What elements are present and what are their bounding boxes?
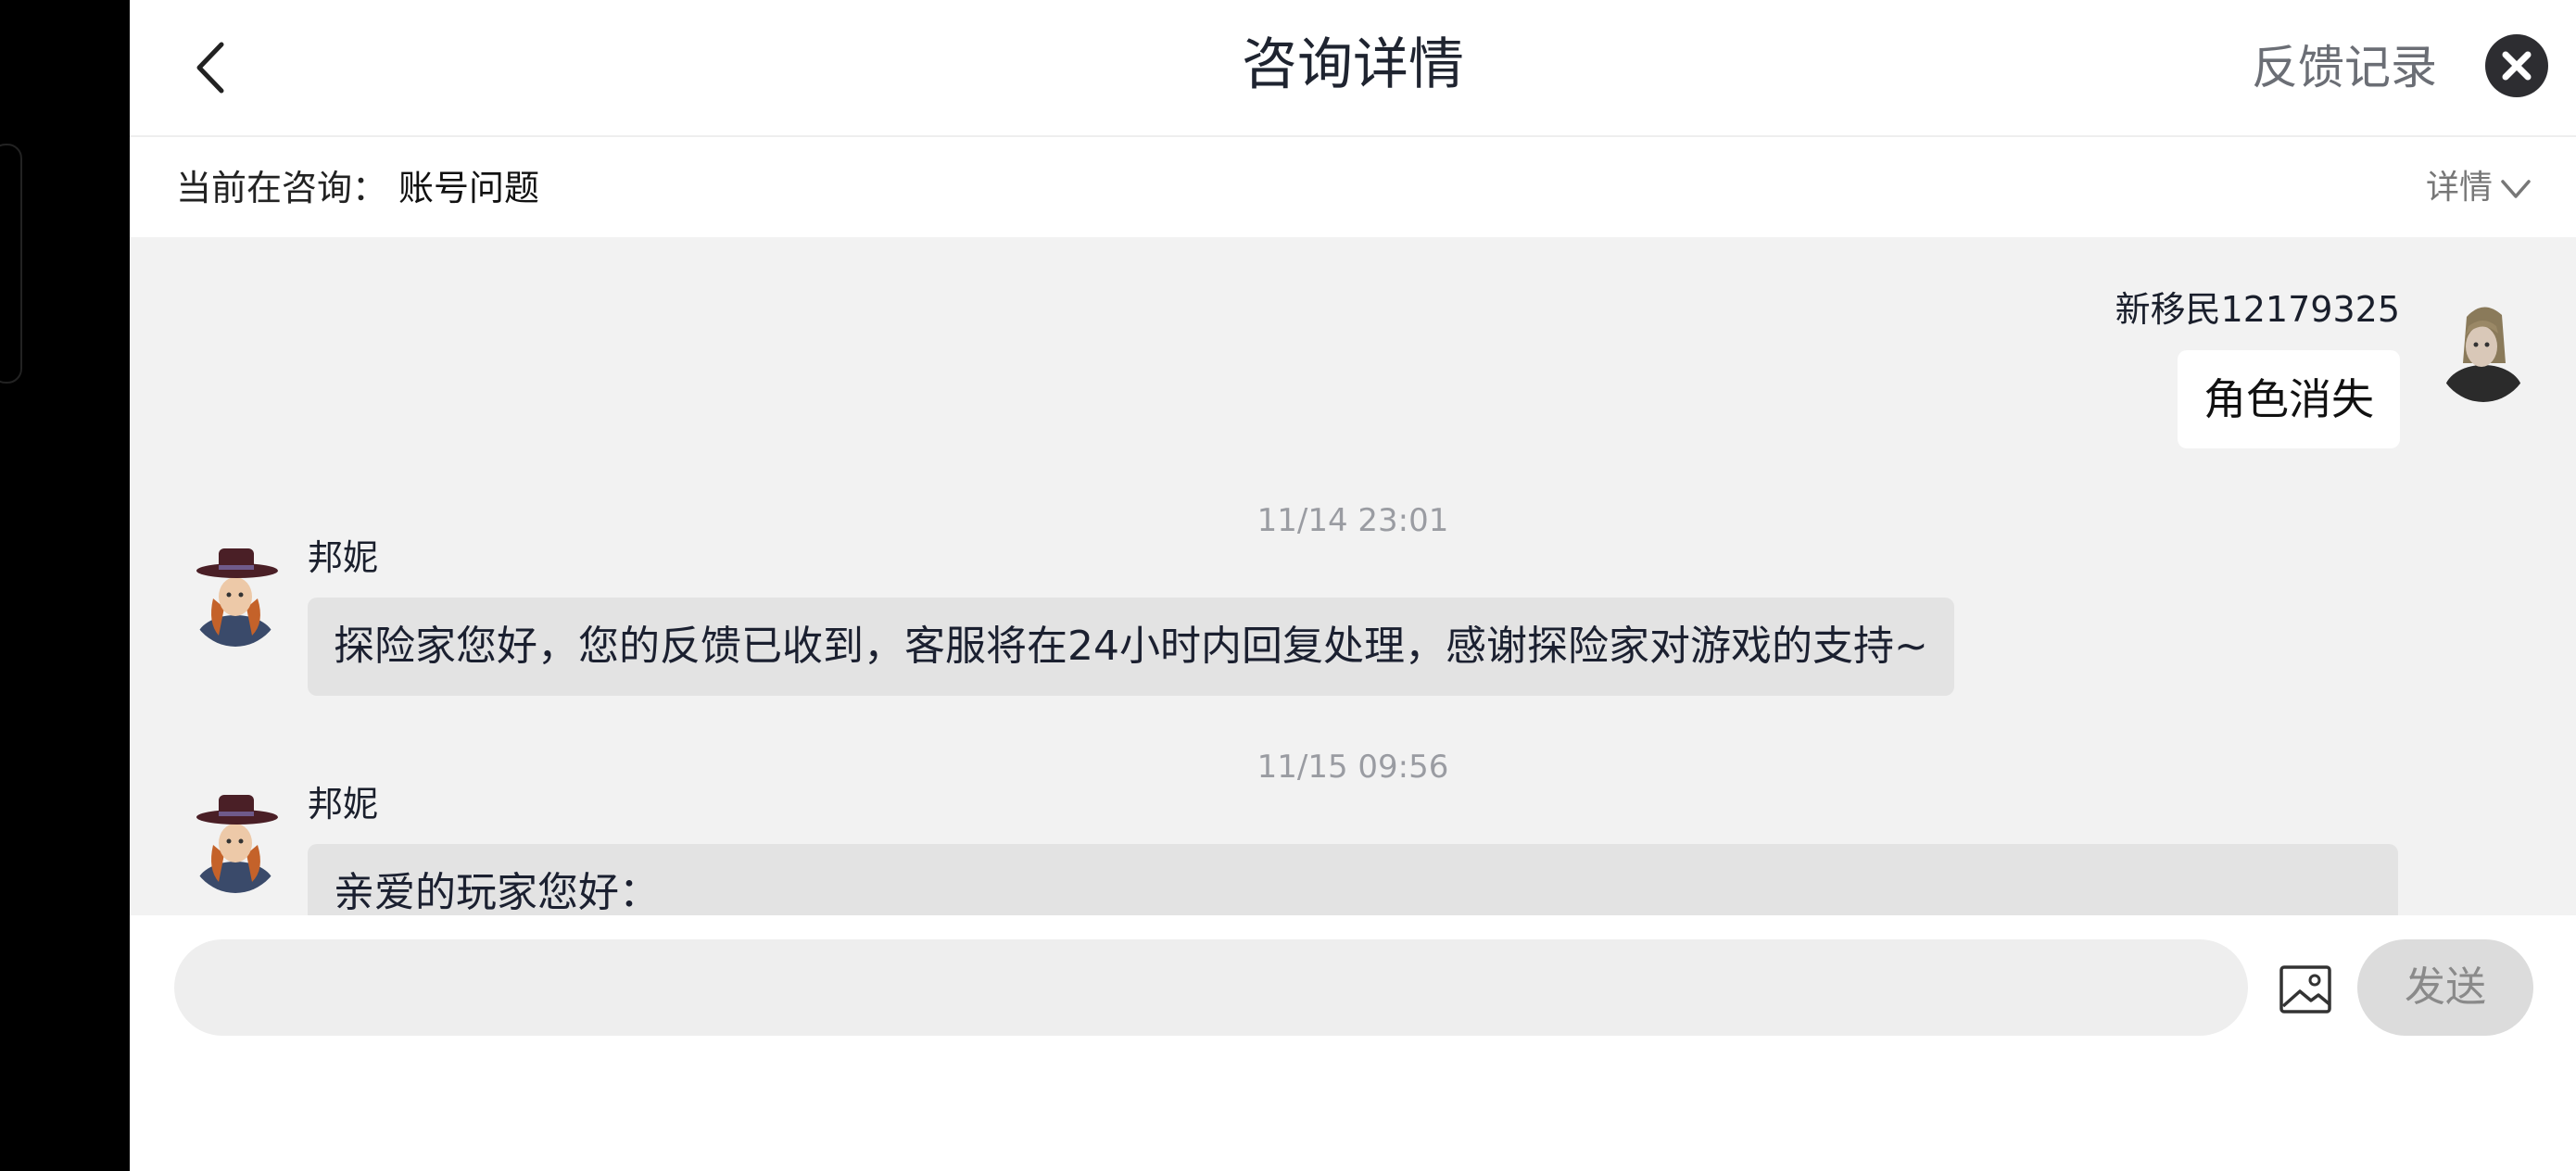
feedback-records-link[interactable]: 反馈记录 xyxy=(2252,35,2437,100)
close-icon xyxy=(2502,51,2532,81)
agent-avatar[interactable] xyxy=(187,789,284,893)
message-input[interactable] xyxy=(174,939,2248,1036)
user-avatar[interactable] xyxy=(2435,298,2532,402)
close-button[interactable] xyxy=(2485,34,2548,97)
input-bar: 发送 xyxy=(130,915,2576,1171)
sender-name: 邦妮 xyxy=(308,537,379,578)
device-left-bezel xyxy=(0,0,130,1171)
topic-bar: 当前在咨询： 账号问题 详情 xyxy=(130,137,2576,237)
send-button[interactable]: 发送 xyxy=(2357,939,2533,1036)
page-title: 咨询详情 xyxy=(1242,32,1464,97)
message-timestamp: 11/14 23:01 xyxy=(1256,502,1449,539)
sender-name: 邦妮 xyxy=(308,784,379,825)
chat-area[interactable]: 新移民12179325 角色消失 11/14 23:01 邦妮 探险家您好，您的… xyxy=(130,237,2576,915)
message-bubble-incoming: 探险家您好，您的反馈已收到，客服将在24小时内回复处理，感谢探险家对游戏的支持~ xyxy=(308,598,1954,696)
message-timestamp: 11/15 09:56 xyxy=(1256,749,1449,786)
chevron-down-icon[interactable] xyxy=(2497,170,2534,208)
image-upload-icon[interactable] xyxy=(2278,962,2333,1017)
device-notch xyxy=(0,144,22,384)
app-window: 咨询详情 反馈记录 当前在咨询： 账号问题 详情 新移民12179325 角色消… xyxy=(130,0,2576,1171)
message-bubble-incoming: 亲爱的玩家您好： xyxy=(308,844,2398,915)
topic-label: 当前在咨询： xyxy=(176,168,388,208)
topic-value: 账号问题 xyxy=(398,168,540,208)
detail-toggle[interactable]: 详情 xyxy=(2426,165,2493,211)
sender-name: 新移民12179325 xyxy=(2115,289,2400,330)
message-bubble-outgoing: 角色消失 xyxy=(2178,350,2400,448)
agent-avatar[interactable] xyxy=(187,543,284,647)
header-bar: 咨询详情 反馈记录 xyxy=(130,0,2576,137)
